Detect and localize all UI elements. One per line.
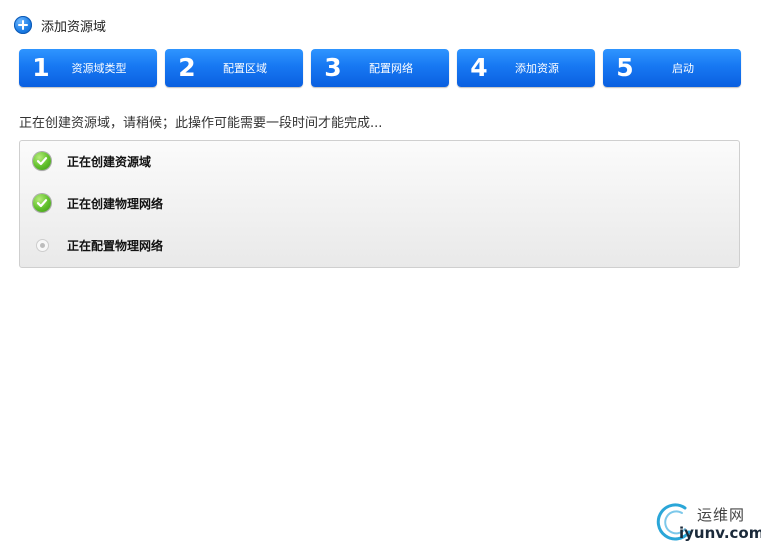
step-label: 配置网络	[369, 62, 413, 75]
check-icon	[33, 152, 51, 170]
task-progress-panel: 正在创建资源域 正在创建物理网络 正在配置物理网络	[19, 140, 740, 268]
watermark-domain: iyunv.com	[679, 524, 761, 542]
step-number: 2	[178, 53, 196, 82]
step-1-zone-type[interactable]: 1 资源域类型	[19, 49, 157, 87]
task-label: 正在创建资源域	[67, 154, 152, 169]
task-item-configure-physical-network: 正在配置物理网络	[33, 235, 163, 255]
step-number: 1	[32, 53, 50, 82]
step-5-launch[interactable]: 5 启动	[603, 49, 741, 87]
check-icon	[33, 194, 51, 212]
page-title: 添加资源域	[41, 19, 107, 35]
step-2-configure-zone[interactable]: 2 配置区域	[165, 49, 303, 87]
step-label: 添加资源	[515, 62, 559, 75]
task-item-create-physical-network: 正在创建物理网络	[33, 193, 163, 213]
wizard-steps: 1 资源域类型 2 配置区域 3 配置网络 4 添加资源 5 启动	[19, 49, 741, 87]
task-label: 正在配置物理网络	[67, 238, 164, 253]
task-item-create-zone: 正在创建资源域	[33, 151, 151, 171]
step-number: 3	[324, 53, 342, 82]
task-label: 正在创建物理网络	[67, 196, 164, 211]
plus-icon	[14, 16, 32, 34]
watermark: 运维网 iyunv.com	[655, 500, 761, 544]
pending-icon	[33, 236, 51, 254]
watermark-name: 运维网	[697, 506, 746, 524]
step-number: 4	[470, 53, 488, 82]
step-label: 启动	[672, 62, 694, 75]
step-number: 5	[616, 53, 634, 82]
step-3-configure-network[interactable]: 3 配置网络	[311, 49, 449, 87]
page-header: 添加资源域	[14, 14, 106, 36]
progress-status-message: 正在创建资源域，请稍候；此操作可能需要一段时间才能完成...	[19, 116, 383, 131]
step-4-add-resources[interactable]: 4 添加资源	[457, 49, 595, 87]
step-label: 配置区域	[223, 62, 267, 75]
step-label: 资源域类型	[71, 62, 127, 75]
